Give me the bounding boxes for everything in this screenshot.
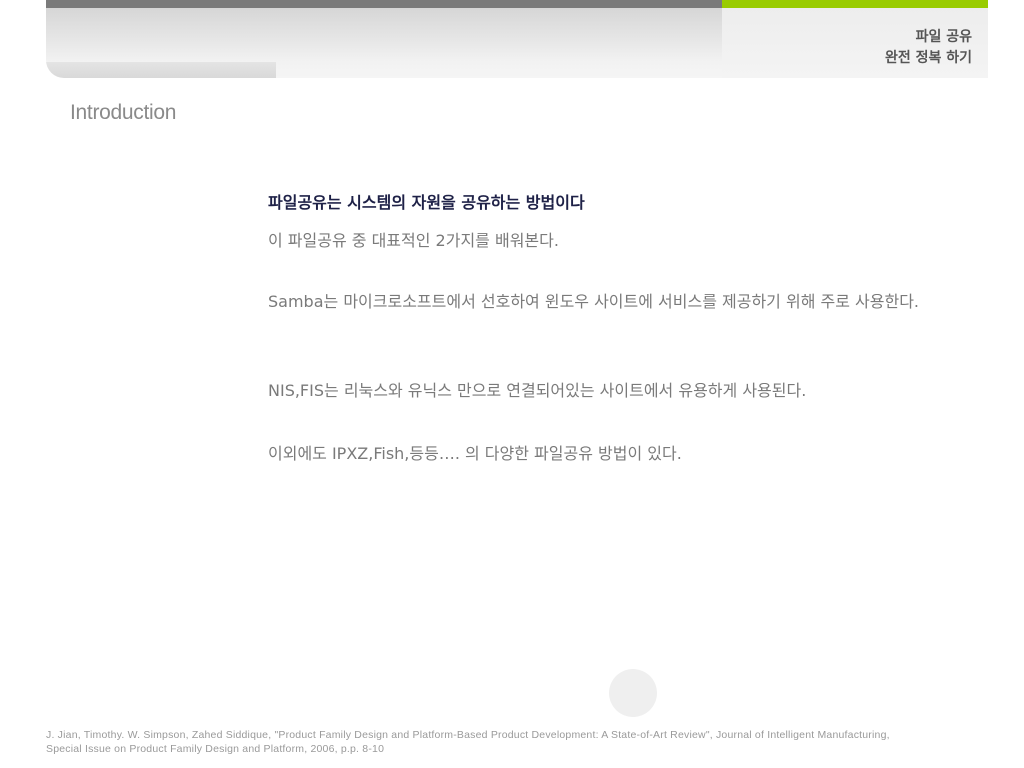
header-accent-bar xyxy=(722,0,988,8)
slide-heading: 파일공유는 시스템의 자원을 공유하는 방법이다 xyxy=(268,193,585,212)
header-title-panel: 파일 공유 완전 정복 하기 xyxy=(722,8,988,78)
paragraph-nis: NIS,FIS는 리눅스와 유닉스 만으로 연결되어있는 사이트에서 유용하게 … xyxy=(268,381,807,400)
header-band-strip xyxy=(276,62,722,78)
header-band xyxy=(46,8,722,78)
header-title-line2: 완전 정복 하기 xyxy=(884,50,972,66)
header-top-bar xyxy=(46,0,722,8)
paragraph-samba: Samba는 마이크로소프트에서 선호하여 윈도우 사이트에 서비스를 제공하기… xyxy=(268,292,920,311)
decorative-circle xyxy=(609,669,657,717)
section-title: Introduction xyxy=(70,101,177,124)
header-title-line1: 파일 공유 xyxy=(915,29,972,45)
header-band-corner xyxy=(46,62,276,78)
footer-citation: J. Jian, Timothy. W. Simpson, Zahed Sidd… xyxy=(46,729,890,755)
paragraph-intro: 이 파일공유 중 대표적인 2가지를 배워본다. xyxy=(268,231,559,250)
paragraph-others: 이외에도 IPXZ,Fish,등등…. 의 다양한 파일공유 방법이 있다. xyxy=(268,444,682,463)
